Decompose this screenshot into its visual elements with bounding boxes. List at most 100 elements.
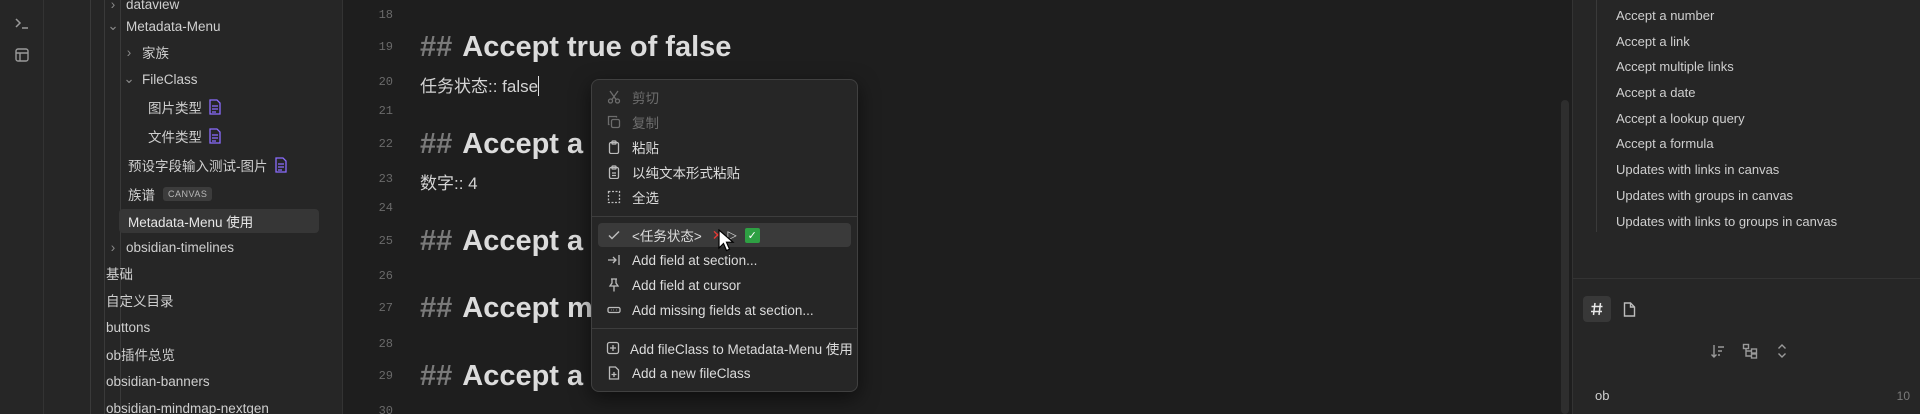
line-number: 25 [378, 234, 393, 248]
tree-item-label: obsidian-mindmap-nextgen [106, 400, 269, 414]
menu-item-paste[interactable]: 粘贴 [598, 135, 851, 159]
tree-item-label: 图片类型 [148, 101, 202, 116]
line-number: 30 [378, 404, 393, 414]
insert-arrow-icon [606, 252, 622, 268]
menu-item-add-fileclass-to[interactable]: Add fileClass to Metadata-Menu 使用 [598, 336, 853, 360]
tree-view-icon[interactable] [1739, 340, 1761, 362]
tree-file-obsidian-banners[interactable]: obsidian-banners [106, 369, 210, 393]
tree-item-label: obsidian-banners [106, 373, 210, 389]
canvas-badge: CANVAS [163, 187, 213, 201]
menu-item-paste-plain[interactable]: 以纯文本形式粘贴 [598, 160, 851, 184]
text-cursor-input-icon [606, 302, 622, 318]
heading-line[interactable]: ## Accept m [420, 292, 593, 325]
heading-text: Accept a l [462, 225, 600, 257]
heading-text: Accept true of false [462, 31, 732, 63]
tags-tab-hash-icon[interactable] [1583, 296, 1611, 322]
tree-folder-metadata-menu[interactable]: ⌄ Metadata-Menu [106, 14, 221, 38]
outline-item[interactable]: Updates with groups in canvas [1616, 188, 1793, 203]
line-number: 18 [378, 8, 393, 22]
property-line[interactable]: 数字:: 4 [420, 169, 478, 194]
sort-icon[interactable] [1707, 340, 1729, 362]
file-tab-document-icon[interactable] [1615, 296, 1643, 322]
left-ribbon [0, 0, 44, 414]
terminal-icon[interactable] [12, 13, 32, 33]
editor-scrollbar[interactable] [1561, 100, 1569, 414]
tree-item-label: FileClass [142, 71, 198, 87]
menu-item-copy[interactable]: 复制 [598, 110, 851, 134]
menu-item-label: 以纯文本形式粘贴 [632, 166, 740, 181]
outline-item[interactable]: Updates with links in canvas [1616, 162, 1779, 177]
outline-item[interactable]: Accept a date [1616, 85, 1696, 100]
outline-item[interactable]: Accept a formula [1616, 136, 1714, 151]
menu-item-label: 全选 [632, 191, 659, 206]
tree-item-label: 文件类型 [148, 130, 202, 145]
tree-file-preset-field-test[interactable]: 预设字段输入测试-图片 [128, 153, 290, 177]
tree-folder-fileclass[interactable]: ⌄ FileClass [122, 67, 198, 91]
menu-item-cut[interactable]: 剪切 [598, 85, 851, 109]
tree-file-buttons[interactable]: buttons [106, 315, 150, 339]
tree-file-basics[interactable]: 基础 [106, 261, 133, 285]
menu-item-add-new-fileclass[interactable]: Add a new fileClass [598, 361, 851, 385]
heading-line[interactable]: ## Accept true of false [420, 31, 731, 64]
clipboard-text-icon [606, 164, 622, 180]
fileclass-file-icon [208, 99, 224, 115]
heading-line[interactable]: ## Accept a d [420, 360, 609, 393]
tree-file-metadata-menu-usage[interactable]: Metadata-Menu 使用 [119, 209, 319, 233]
fileclass-file-icon [208, 128, 224, 144]
menu-item-select-all[interactable]: 全选 [598, 185, 851, 209]
chevron-down-icon: ⌄ [107, 18, 119, 33]
fileclass-file-icon [274, 157, 290, 173]
outline-item[interactable]: Accept multiple links [1616, 59, 1734, 74]
tree-item-label: Metadata-Menu [126, 18, 221, 34]
tree-file-image-type[interactable]: 图片类型 [148, 95, 224, 119]
menu-item-add-missing-fields[interactable]: Add missing fields at section... [598, 298, 851, 322]
pin-icon [606, 277, 622, 293]
outline-item[interactable]: Accept a number [1616, 8, 1714, 23]
menu-item-add-field-cursor[interactable]: Add field at cursor [598, 273, 851, 297]
chevron-down-icon: ⌄ [123, 71, 135, 86]
tree-file-file-type[interactable]: 文件类型 [148, 124, 224, 148]
tree-item-label: 自定义目录 [106, 294, 174, 309]
tree-file-obsidian-mindmap[interactable]: obsidian-mindmap-nextgen [106, 396, 269, 414]
tree-file-genealogy-canvas[interactable]: 族谱 CANVAS [128, 182, 213, 206]
file-explorer: › dataview ⌄ Metadata-Menu › 家族 ⌄ FileCl… [44, 0, 343, 414]
tree-file-custom-toc[interactable]: 自定义目录 [106, 288, 174, 312]
line-number: 26 [378, 269, 393, 283]
menu-separator [592, 216, 857, 217]
tree-file-ob-plugins[interactable]: ob插件总览 [106, 342, 175, 366]
tree-item-label: 预设字段输入测试-图片 [128, 159, 268, 174]
text-caret [538, 76, 540, 96]
editor-pane[interactable]: 18 19 ## Accept true of false 20 任务状态:: f… [343, 0, 1572, 414]
tree-folder-obsidian-timelines[interactable]: › obsidian-timelines [106, 235, 234, 259]
heading-line[interactable]: ## Accept a l [420, 225, 599, 258]
heading-marker: ## [420, 128, 453, 160]
outline-guide-line [1596, 0, 1597, 232]
tree-item-label: 基础 [106, 267, 133, 282]
checkmark-icon [606, 227, 622, 243]
heading-line[interactable]: ## Accept a n [420, 128, 609, 161]
line-number: 23 [378, 172, 393, 186]
property-line[interactable]: 任务状态:: false [420, 72, 540, 97]
tag-name[interactable]: ob [1595, 388, 1609, 403]
tree-item-label: 家族 [142, 46, 169, 61]
heading-text: Accept a n [462, 128, 609, 160]
outline-item[interactable]: Updates with links to groups in canvas [1616, 214, 1837, 229]
heading-marker: ## [420, 31, 453, 63]
outline-item[interactable]: Accept a lookup query [1616, 111, 1745, 126]
layout-icon[interactable] [12, 45, 32, 65]
heading-text: Accept a d [462, 360, 609, 392]
tree-folder-family[interactable]: › 家族 [122, 40, 169, 64]
menu-item-label: Add fileClass to Metadata-Menu 使用 [630, 342, 853, 357]
plus-square-icon [606, 340, 620, 356]
menu-item-label: 粘贴 [632, 141, 659, 156]
chevron-right-icon: › [110, 0, 116, 12]
clipboard-icon [606, 139, 622, 155]
line-number: 29 [378, 369, 393, 383]
expand-collapse-icon[interactable] [1771, 340, 1793, 362]
chevron-right-icon: › [110, 239, 116, 255]
tree-guide-line [104, 0, 105, 414]
line-number: 19 [378, 40, 393, 54]
menu-separator [592, 328, 857, 329]
right-sidebar: Accept a number Accept a link Accept mul… [1572, 0, 1920, 414]
outline-item[interactable]: Accept a link [1616, 34, 1690, 49]
